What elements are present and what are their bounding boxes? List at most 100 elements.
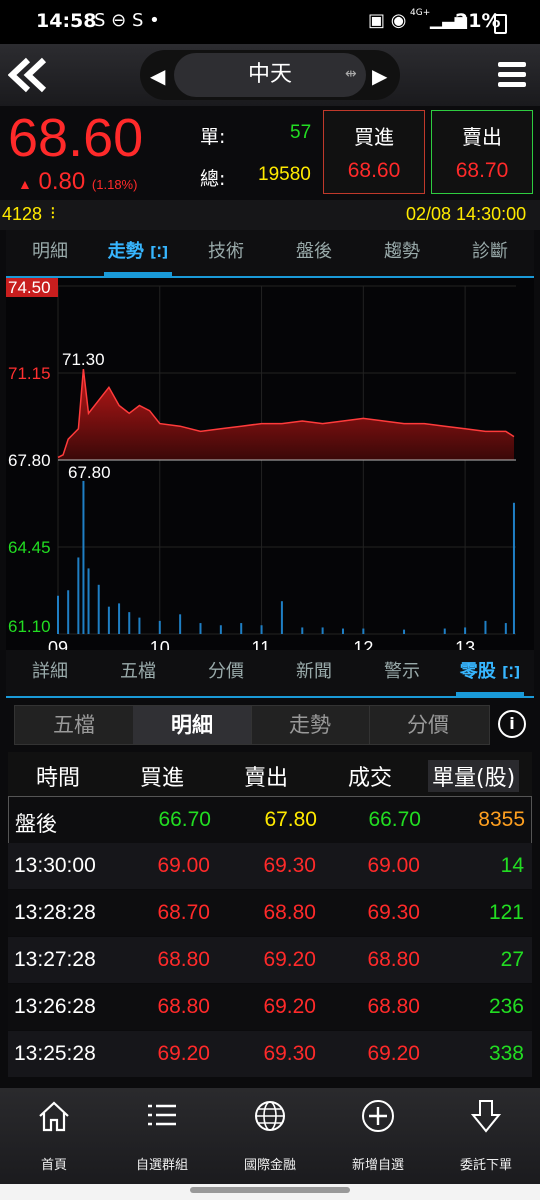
stock-name[interactable]: 中天 — [174, 53, 366, 97]
table-row[interactable]: 13:25:28 69.20 69.30 69.20 338 — [8, 1031, 532, 1077]
fullscreen-icon[interactable]: [⁚] — [150, 245, 168, 261]
gesture-bar-area — [0, 1184, 540, 1200]
info-strip: 4128 ⁝ 02/08 14:30:00 — [0, 200, 540, 230]
volume-bar — [199, 623, 202, 634]
buy-cell: 68.80 — [157, 948, 210, 971]
tab-odd-lot-label: 零股 — [459, 661, 496, 682]
up-triangle-icon: ▲ — [18, 176, 32, 192]
volume-bar — [67, 590, 70, 634]
buy-cell: 66.70 — [158, 808, 211, 831]
volume-bar — [341, 628, 344, 634]
volume-bar — [107, 606, 110, 634]
sell-cell: 69.30 — [263, 854, 316, 877]
buy-cell: 69.20 — [157, 1042, 210, 1065]
volume-bar — [82, 480, 85, 634]
intraday-chart[interactable]: 74.50 71.15 67.80 64.45 61.10 09 10 11 12 13 71.30… — [6, 277, 534, 658]
y-tick-label: 67.80 — [8, 451, 51, 470]
nav-watchlist-groups[interactable]: 自選群組 — [108, 1088, 216, 1184]
price-change: ▲ 0.80 (1.18%) — [18, 168, 137, 196]
seg-five-levels[interactable]: 五檔 — [15, 706, 134, 744]
deal-cell: 66.70 — [368, 808, 421, 831]
nav-add-watchlist[interactable]: 新增自選 — [324, 1088, 432, 1184]
tab-trend[interactable]: 走勢 [⁚] — [94, 230, 182, 276]
seg-details[interactable]: 明細 — [133, 706, 252, 744]
tab-detail[interactable]: 明細 — [6, 230, 94, 274]
scroll-dots-icon[interactable]: ⁝ — [50, 203, 56, 224]
volume-cell: 121 — [488, 901, 524, 924]
info-tabs: 詳細 五檔 分價 新聞 警示 零股 [⁚] — [6, 650, 534, 698]
volume-bar — [179, 614, 182, 634]
sell-cell: 69.30 — [263, 1042, 316, 1065]
time-cell: 13:25:28 — [14, 1042, 96, 1065]
volume-bar — [260, 625, 263, 634]
table-row[interactable]: 13:26:28 68.80 69.20 68.80 236 — [8, 984, 532, 1030]
buy-label: 買進 — [354, 125, 394, 149]
volume-bar — [504, 623, 507, 634]
volume-bar — [77, 557, 80, 634]
tab-odd-lot[interactable]: 零股 [⁚] — [446, 650, 534, 696]
seg-trend[interactable]: 走勢 — [251, 706, 370, 744]
volume-bar — [87, 568, 90, 634]
volume-bar — [403, 629, 406, 634]
nav-international[interactable]: 國際金融 — [216, 1088, 324, 1184]
nav-watchlist-groups-label: 自選群組 — [135, 1158, 188, 1173]
low-label: 67.80 — [68, 463, 111, 482]
buy-quote-button[interactable]: 買進 68.60 — [323, 110, 425, 194]
fullscreen-icon[interactable]: [⁚] — [502, 665, 520, 681]
volume-bar — [240, 623, 243, 634]
expand-icon[interactable]: ⇹ — [345, 66, 357, 82]
col-volume[interactable]: 單量(股) — [428, 760, 520, 792]
volume-bar — [219, 625, 222, 634]
time-cell: 13:28:28 — [14, 901, 96, 924]
status-time: 14:58 — [36, 10, 97, 32]
info-icon[interactable]: i — [498, 710, 526, 738]
tab-trend-label: 走勢 — [107, 241, 144, 262]
volume-cell: 8355 — [478, 808, 525, 831]
seg-price-volume[interactable]: 分價 — [369, 706, 487, 744]
odd-lot-segments: 五檔 明細 走勢 分價 — [14, 705, 490, 745]
app-s-icon: S ⊖ S • — [94, 10, 160, 31]
table-row[interactable]: 13:30:00 69.00 69.30 69.00 14 — [8, 843, 532, 889]
order-arrow-icon — [470, 1100, 502, 1133]
volume-bar — [362, 628, 365, 634]
price-area — [58, 369, 514, 460]
table-row[interactable]: 盤後 66.70 67.80 66.70 8355 — [8, 796, 532, 844]
nav-place-order-label: 委託下單 — [459, 1158, 512, 1173]
tab-diagnosis[interactable]: 診斷 — [446, 230, 534, 274]
table-row[interactable]: 13:27:28 68.80 69.20 68.80 27 — [8, 937, 532, 983]
time-cell: 13:27:28 — [14, 948, 96, 971]
y-tick-label: 71.15 — [8, 364, 51, 383]
next-stock-icon[interactable]: ▶ — [372, 64, 387, 88]
last-price: 68.60 — [8, 108, 144, 168]
home-icon — [39, 1101, 69, 1132]
nav-place-order[interactable]: 委託下單 — [432, 1088, 540, 1184]
volume-bar — [118, 603, 121, 634]
sell-quote-button[interactable]: 賣出 68.70 — [431, 110, 533, 194]
strip-left-value: 4128 — [2, 204, 43, 224]
deal-cell: 68.80 — [367, 995, 420, 1018]
tab-news[interactable]: 新聞 — [270, 650, 358, 694]
sell-cell: 69.20 — [263, 995, 316, 1018]
change-percent: (1.18%) — [91, 177, 138, 192]
tab-tendency[interactable]: 趨勢 — [358, 230, 446, 274]
tab-alerts[interactable]: 警示 — [358, 650, 446, 694]
back-icon[interactable] — [7, 56, 48, 98]
volume-bar — [443, 628, 446, 634]
volume-bar — [128, 612, 131, 634]
time-cell: 13:30:00 — [14, 854, 96, 877]
nav-home-label: 首頁 — [40, 1158, 67, 1173]
table-row[interactable]: 13:28:28 68.70 68.80 69.30 121 — [8, 890, 532, 936]
col-time: 時間 — [36, 766, 81, 791]
nav-home[interactable]: 首頁 — [0, 1088, 108, 1184]
tab-five-levels[interactable]: 五檔 — [94, 650, 182, 694]
sell-cell: 69.20 — [263, 948, 316, 971]
tab-details[interactable]: 詳細 — [6, 650, 94, 694]
gesture-handle[interactable] — [190, 1187, 350, 1193]
tab-technical[interactable]: 技術 — [182, 230, 270, 274]
deal-cell: 69.00 — [367, 854, 420, 877]
menu-icon[interactable] — [498, 60, 528, 94]
prev-stock-icon[interactable]: ◀ — [150, 64, 165, 88]
tab-after-hours[interactable]: 盤後 — [270, 230, 358, 274]
tab-price-volume[interactable]: 分價 — [182, 650, 270, 694]
time-cell: 盤後 — [15, 813, 57, 836]
